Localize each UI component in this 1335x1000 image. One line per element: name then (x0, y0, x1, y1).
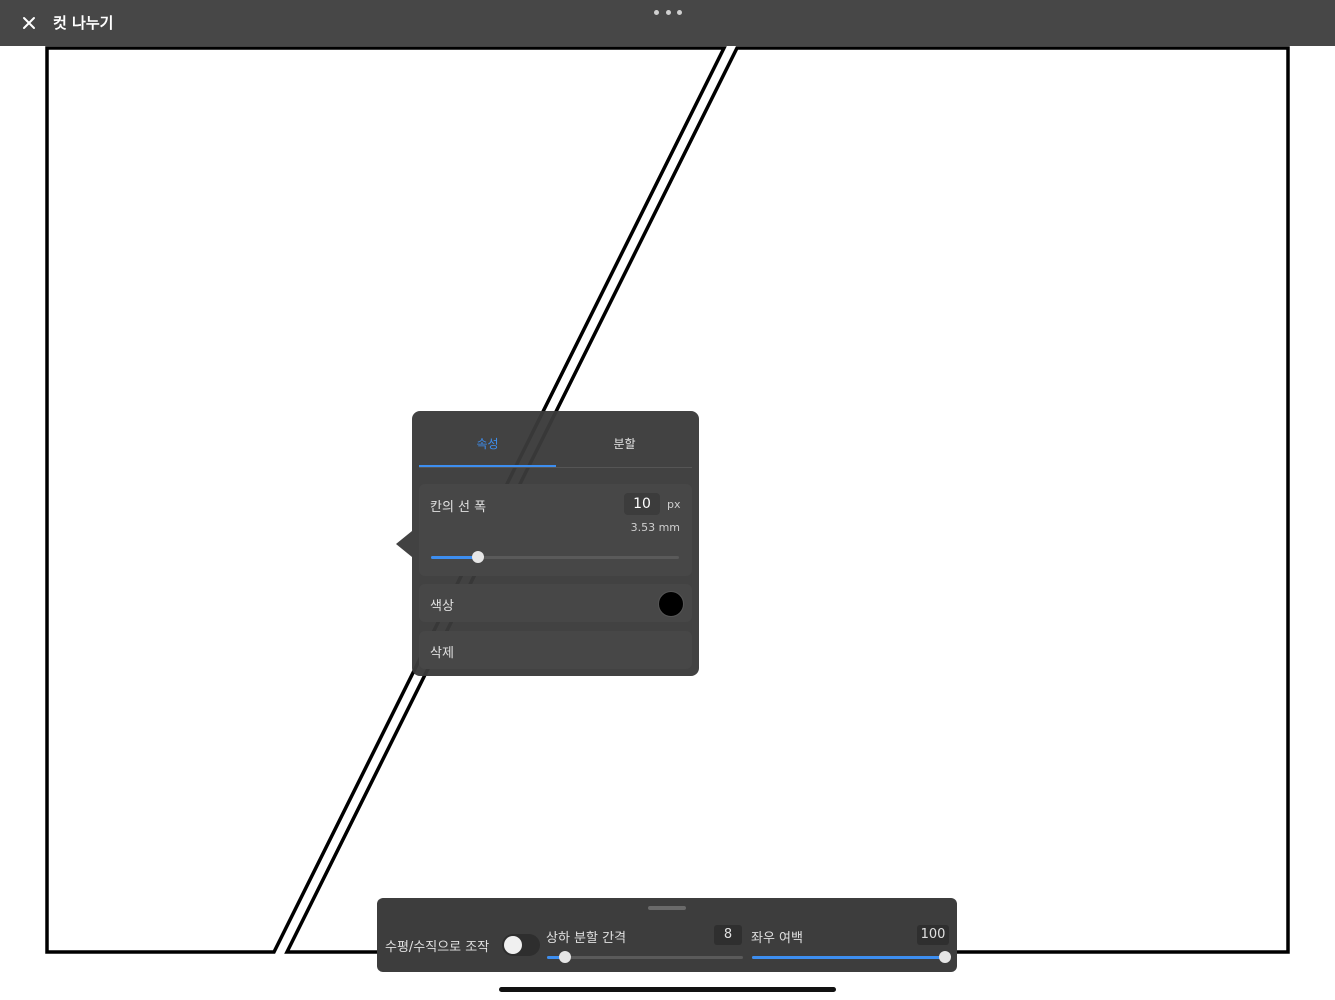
color-swatch[interactable] (658, 591, 684, 617)
line-width-section: 칸의 선 폭 10 px 3.53 mm (419, 484, 692, 576)
home-indicator (499, 987, 836, 992)
line-width-slider[interactable] (431, 556, 679, 559)
line-width-mm: 3.53 mm (630, 521, 680, 534)
delete-row[interactable]: 삭제 (419, 631, 692, 669)
bottom-toolbar: 수평/수직으로 조작 상하 분할 간격 8 좌우 여백 100 (377, 898, 957, 972)
toggle-label: 수평/수직으로 조작 (385, 940, 490, 955)
line-width-label: 칸의 선 폭 (430, 500, 487, 515)
vertical-gap-slider-thumb[interactable] (558, 951, 571, 963)
popover-arrow (396, 531, 412, 557)
horizontal-margin-slider[interactable] (752, 956, 945, 959)
vertical-gap-label: 상하 분할 간격 (546, 931, 627, 946)
popover-tabs: 속성 분할 (419, 425, 692, 468)
line-width-unit: px (667, 498, 681, 511)
horizontal-margin-label: 좌우 여백 (751, 931, 803, 946)
tab-split[interactable]: 분할 (556, 425, 693, 467)
panel-properties-popover: 속성 분할 칸의 선 폭 10 px 3.53 mm 색상 삭제 (412, 411, 699, 676)
color-label: 색상 (430, 599, 454, 614)
color-row[interactable]: 색상 (419, 584, 692, 622)
horizontal-margin-slider-fill (752, 956, 945, 959)
horizontal-margin-slider-thumb[interactable] (939, 951, 951, 963)
vertical-gap-value[interactable]: 8 (714, 925, 742, 945)
line-width-slider-thumb[interactable] (472, 551, 485, 563)
vertical-gap-slider[interactable] (547, 956, 743, 959)
tab-properties[interactable]: 속성 (419, 425, 556, 467)
line-width-slider-fill (431, 556, 479, 559)
toggle-knob (504, 936, 522, 954)
line-width-input[interactable]: 10 (624, 493, 660, 515)
delete-label: 삭제 (430, 646, 454, 661)
horizontal-margin-value[interactable]: 100 (917, 925, 949, 945)
horizontal-vertical-toggle[interactable] (502, 934, 540, 956)
toolbar-grabber-handle[interactable] (648, 906, 686, 910)
